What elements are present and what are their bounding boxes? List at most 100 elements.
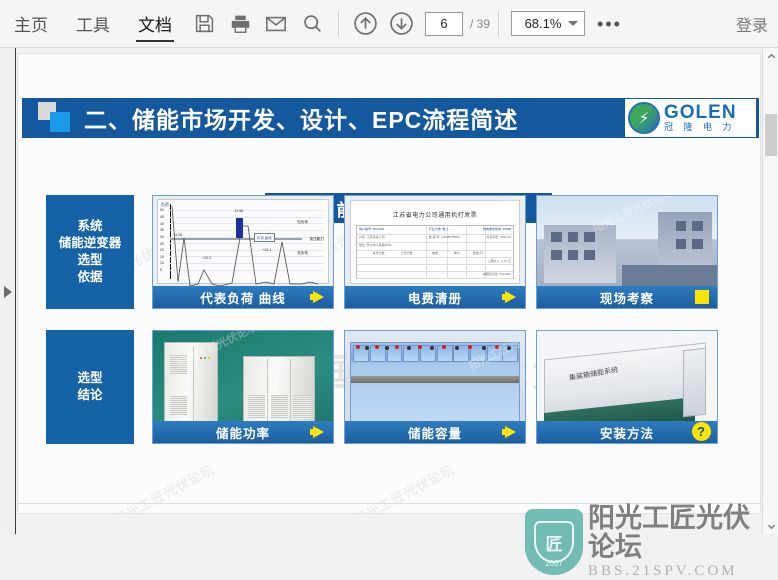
card-storage-capacity[interactable]: 阳光工匠光伏论坛 储能容量	[344, 330, 526, 444]
arrow-right-icon[interactable]	[310, 426, 324, 438]
chart-ytick: 15	[160, 254, 164, 259]
chart-annotation: +3.28	[173, 233, 183, 238]
card-caption[interactable]: 储能容量	[345, 421, 525, 443]
card-load-curve[interactable]: 负荷 50 45 40 35 30 25 20 15 10 5 -12.68 +…	[152, 195, 334, 309]
card-caption-text: 安装方法	[599, 426, 654, 441]
card-caption-text: 现场考察	[599, 291, 654, 306]
chevron-down-icon[interactable]	[763, 518, 778, 534]
chart-ytick: 45	[160, 214, 164, 219]
scrollbar-thumb[interactable]	[765, 114, 777, 156]
card-caption-text: 储能功率	[215, 426, 270, 441]
sign-in-button[interactable]: 登录	[736, 12, 778, 36]
invoice-col: 上月行数	[400, 251, 413, 255]
chart-ytick: 10	[160, 261, 164, 266]
arrow-right-icon[interactable]	[502, 291, 516, 303]
chart-ytick: 50	[160, 208, 164, 213]
card-caption-text: 电费清册	[407, 291, 462, 306]
chevron-down-icon[interactable]	[568, 21, 579, 26]
search-icon[interactable]	[294, 6, 330, 42]
card-caption-text: 储能容量	[407, 426, 462, 441]
invoice-field: 供电服务热线: 95598	[482, 227, 511, 231]
golen-emblem-icon	[628, 102, 660, 134]
forum-watermark: 匠 2007 阳光工匠光伏论坛 BBS.21SPV.COM	[525, 504, 775, 579]
invoice-field: 本期应付款: 3012001	[482, 272, 511, 276]
arrow-right-icon[interactable]	[310, 291, 324, 303]
toolbar-divider-1	[338, 10, 339, 37]
panel-expand-icon[interactable]	[4, 286, 12, 298]
golen-logo: GOLEN 冠 隆 电 力	[625, 99, 756, 137]
invoice-col: 本月行数	[372, 251, 385, 255]
arrow-down-circle-icon[interactable]	[383, 6, 419, 42]
chart-ytick: 5	[160, 268, 162, 273]
card-caption[interactable]: 现场考察	[537, 286, 717, 308]
zoom-value: 68.1%	[524, 16, 562, 31]
sidebox-line: 依据	[77, 270, 103, 284]
toolbar: 主页 工具 文档 6 / 39 68.1% ••• 登录	[0, 0, 778, 48]
page-bottom-divider	[17, 503, 761, 504]
forum-url: BBS.21SPV.COM	[588, 563, 738, 579]
chart-ytick: 35	[160, 228, 164, 233]
sidebox-line: 选型	[77, 253, 103, 267]
more-options-button[interactable]: •••	[585, 15, 634, 33]
page-total-label: / 39	[470, 16, 491, 31]
sidebox-line: 选型	[77, 371, 103, 385]
menu-tools[interactable]: 工具	[62, 0, 124, 48]
card-caption[interactable]: 代表负荷 曲线	[153, 286, 333, 308]
menu-document[interactable]: 文档	[124, 0, 186, 48]
load-curve-chart: 负荷 50 45 40 35 30 25 20 15 10 5 -12.68 +…	[157, 199, 329, 287]
arrow-up-circle-icon[interactable]	[347, 6, 383, 42]
card-caption[interactable]: 电费清册	[345, 286, 525, 308]
left-panel-rail[interactable]	[0, 48, 16, 534]
chart-curve-label: 负荷 曲线	[254, 233, 275, 243]
arrow-right-icon[interactable]	[502, 426, 516, 438]
card-installation-method[interactable]: 集装箱储能系统 阳光工匠光伏论坛 安装方法 ?	[536, 330, 718, 444]
sidebox-selection-basis: 系统 储能逆变器 选型 依据	[46, 195, 134, 309]
chart-series-path	[171, 205, 319, 287]
invoice-field: 用户编号: 3012090	[359, 227, 385, 231]
chart-annotation: +19.1	[262, 248, 272, 253]
sidebox-line: 储能逆变器	[58, 236, 122, 250]
print-icon[interactable]	[222, 6, 258, 42]
invoice-image: 江苏省电力公司通用机打发票 用户编号: 3012090 行业分类: 电力 供电服…	[350, 200, 520, 284]
invoice-col: 单价	[453, 251, 460, 255]
chart-ylabel: 负荷	[161, 202, 169, 207]
card-electricity-bill[interactable]: 江苏省电力公司通用机打发票 用户编号: 3012090 行业分类: 电力 供电服…	[344, 195, 526, 309]
chart-reference-label: 变压能力	[309, 236, 324, 241]
question-mark-icon[interactable]: ?	[692, 422, 711, 441]
invoice-field: 发 票 号: 12345678900	[428, 235, 460, 239]
invoice-col: 电量	[431, 251, 438, 255]
chart-peak-bar	[236, 218, 243, 239]
forum-year: 2007	[545, 559, 563, 568]
chart-annotation: +22.3	[202, 256, 212, 261]
logo-name: GOLEN	[664, 102, 737, 123]
title-decoration-blue	[50, 112, 70, 132]
email-icon[interactable]	[258, 6, 294, 42]
toolbar-divider-2	[498, 10, 500, 37]
chart-lower-label: 低负荷	[297, 251, 308, 256]
invoice-field: 户名: 江苏某某公司	[359, 235, 385, 239]
chart-ytick: 40	[160, 221, 164, 226]
yellow-square-icon[interactable]	[695, 290, 709, 304]
zoom-select[interactable]: 68.1%	[511, 11, 586, 36]
sidebox-line: 结论	[77, 388, 103, 402]
card-caption[interactable]: 安装方法 ?	[537, 421, 717, 443]
invoice-col: 金额(元)	[472, 251, 484, 255]
page-number-input[interactable]: 6	[425, 11, 463, 36]
card-site-survey[interactable]: 阳光工匠光伏论坛 现场考察	[536, 195, 718, 309]
forum-monogram: 匠	[534, 521, 574, 563]
invoice-title: 江苏省电力公司通用机打发票	[392, 213, 478, 219]
sidebox-selection-conclusion: 选型 结论	[46, 330, 134, 444]
invoice-field: 行业分类: 电力	[428, 227, 449, 231]
menu-home[interactable]: 主页	[0, 0, 62, 48]
save-icon[interactable]	[186, 6, 222, 42]
invoice-table: 用户编号: 3012090 行业分类: 电力 供电服务热线: 95598 户名:…	[356, 225, 514, 279]
card-storage-power[interactable]: 阳光工匠光伏论坛 储能功率	[152, 330, 334, 444]
card-caption-text: 代表负荷 曲线	[200, 291, 286, 306]
chart-ytick: 25	[160, 241, 164, 246]
sidebox-line: 系统	[77, 219, 103, 233]
card-caption[interactable]: 储能功率	[153, 421, 333, 443]
chart-ytick: 20	[160, 248, 164, 253]
slide-content: 二、储能市场开发、设计、EPC流程简述 GOLEN 冠 隆 电 力 前期资料采集…	[18, 54, 760, 513]
vertical-scrollbar[interactable]	[762, 48, 778, 534]
chevron-up-icon[interactable]	[763, 48, 778, 64]
